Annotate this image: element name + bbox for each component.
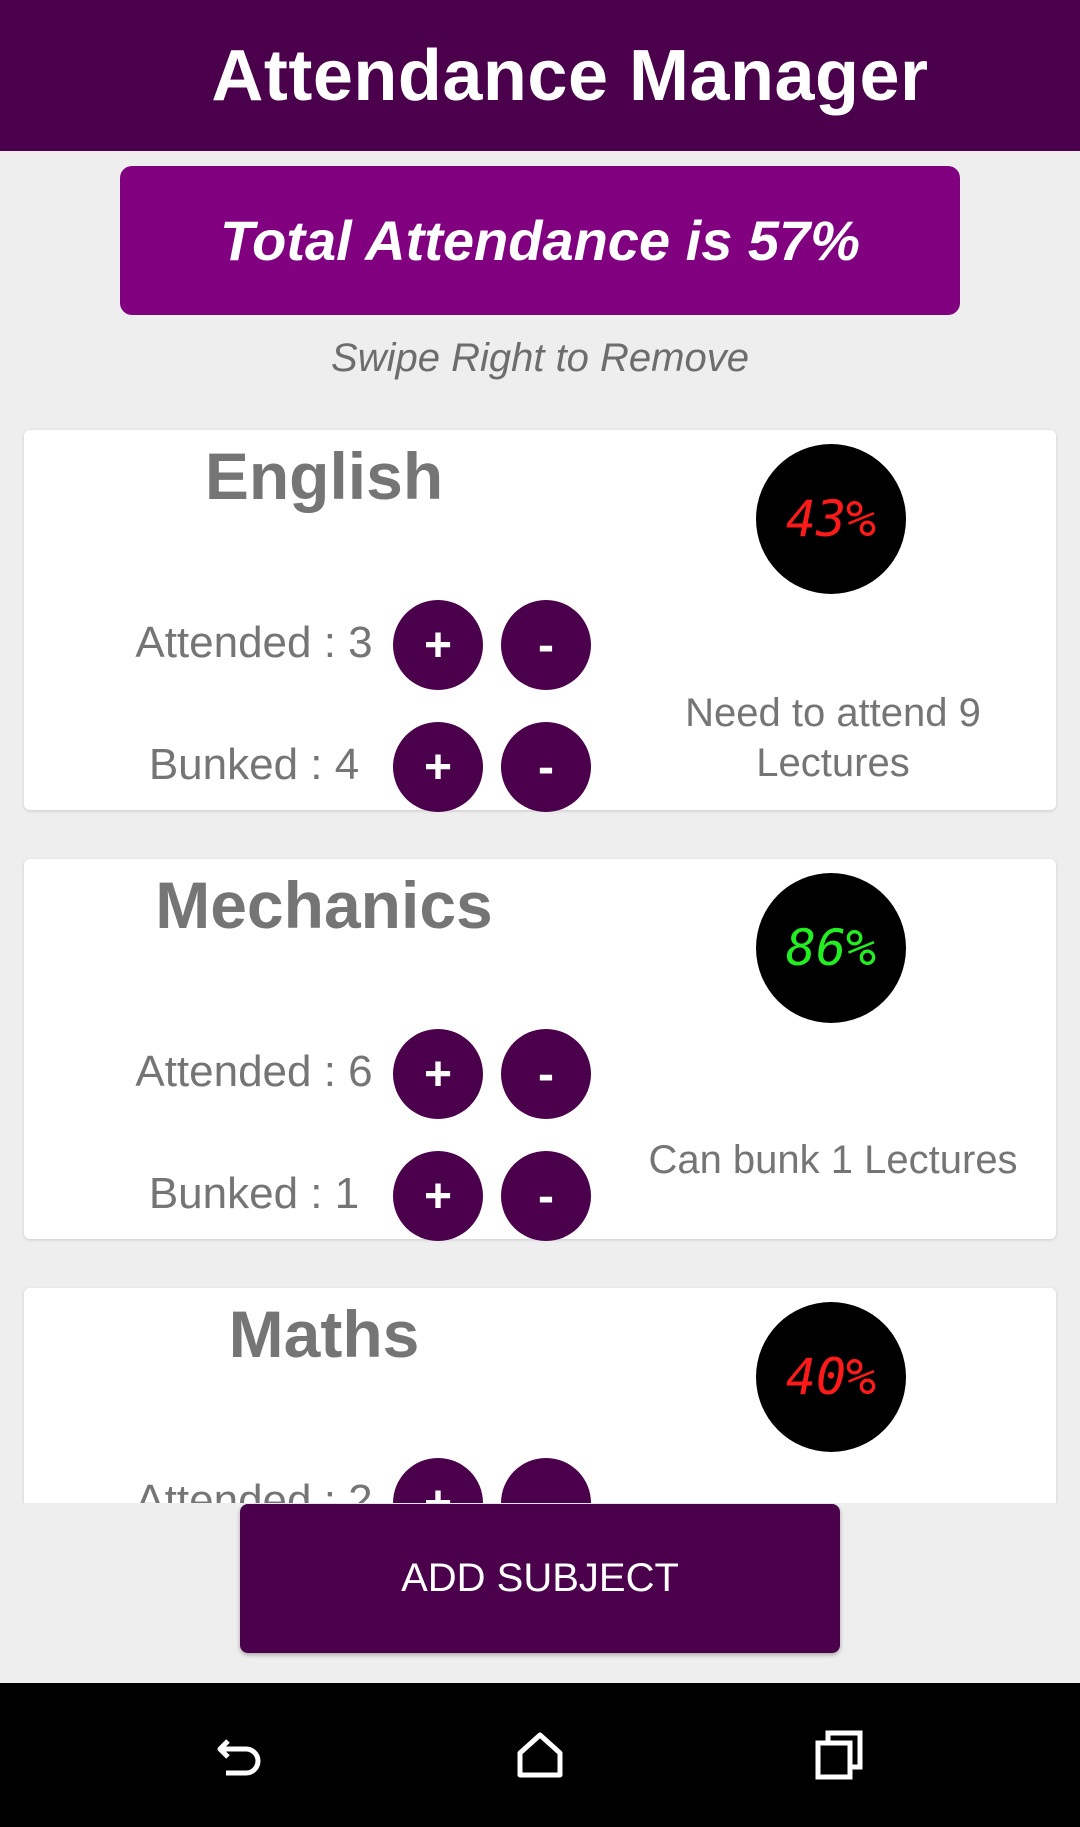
- recents-icon: [815, 1730, 863, 1780]
- system-nav-bar: [0, 1683, 1080, 1827]
- attendance-advice: Need to attend 9 Lectures: [685, 691, 981, 785]
- attendance-percent-badge: 43%: [756, 444, 906, 594]
- subject-list[interactable]: English Attended : 3 + - Bunked : 4 + - …: [0, 420, 1080, 1503]
- attendance-advice: Can bunk 1 Lectures: [648, 1138, 1018, 1182]
- bunked-minus-button[interactable]: -: [501, 722, 591, 812]
- bunked-plus-button[interactable]: +: [393, 722, 483, 812]
- swipe-hint: Swipe Right to Remove: [331, 336, 749, 380]
- attended-minus-button[interactable]: -: [501, 600, 591, 690]
- subject-card-mechanics[interactable]: Mechanics Attended : 6 + - Bunked : 1 + …: [24, 859, 1056, 1241]
- attended-plus-button[interactable]: +: [393, 600, 483, 690]
- home-icon: [517, 1732, 563, 1778]
- subject-card-english[interactable]: English Attended : 3 + - Bunked : 4 + - …: [24, 430, 1056, 812]
- attended-plus-button[interactable]: +: [393, 1029, 483, 1119]
- add-subject-button[interactable]: ADD SUBJECT: [240, 1504, 840, 1653]
- app-bar: Attendance Manager: [0, 0, 1080, 151]
- subject-card-maths[interactable]: Maths Attended : 2 + - 40%: [24, 1288, 1056, 1503]
- app-title: Attendance Manager: [211, 35, 929, 116]
- total-attendance-banner: Total Attendance is 57%: [120, 166, 960, 315]
- subject-name: English: [204, 439, 444, 513]
- bunked-minus-button[interactable]: -: [501, 1151, 591, 1241]
- bunked-plus-button[interactable]: +: [393, 1151, 483, 1241]
- attended-minus-button[interactable]: -: [501, 1029, 591, 1119]
- attendance-percent-badge: 86%: [756, 873, 906, 1023]
- recents-button[interactable]: [790, 1705, 890, 1805]
- subject-name: Mechanics: [155, 868, 493, 942]
- attended-minus-button[interactable]: -: [501, 1458, 591, 1503]
- home-button[interactable]: [490, 1705, 590, 1805]
- back-button[interactable]: [190, 1705, 290, 1805]
- attended-plus-button[interactable]: +: [393, 1458, 483, 1503]
- back-icon: [217, 1739, 261, 1776]
- subject-name: Maths: [228, 1297, 420, 1371]
- attendance-percent-badge: 40%: [756, 1302, 906, 1452]
